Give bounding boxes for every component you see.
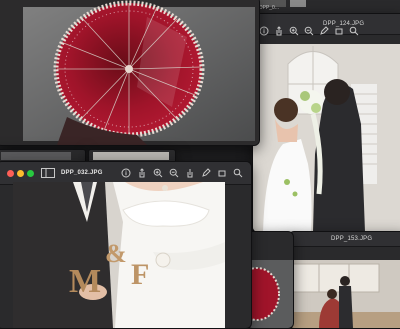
window-parasol-preview[interactable] (246, 231, 294, 329)
thumbnail[interactable] (1, 152, 71, 160)
rotate-icon[interactable] (334, 26, 344, 36)
window-title: DPP_153.JPG (331, 236, 373, 242)
zoom-in-icon[interactable] (153, 168, 163, 178)
photo-couple-bouquet (253, 44, 400, 232)
share-export-icon[interactable] (185, 168, 195, 178)
thumbnail-label: DPP_0... (259, 5, 280, 11)
window-dpp-032[interactable]: DPP_032.JPG M & F (0, 161, 252, 329)
share-icon[interactable] (274, 26, 284, 36)
thumbnail[interactable] (93, 152, 169, 160)
svg-text:F: F (131, 258, 149, 291)
search-icon[interactable] (233, 168, 243, 178)
window-title: DPP_032.JPG (61, 170, 103, 176)
zoom-out-icon[interactable] (304, 26, 314, 36)
svg-text:&: & (105, 239, 127, 268)
titlebar[interactable]: DPP_153.JPG (289, 232, 400, 247)
close-button[interactable] (7, 170, 14, 177)
zoom-out-icon[interactable] (169, 168, 179, 178)
zoom-button[interactable] (27, 170, 34, 177)
photo-couple-window (289, 260, 400, 328)
zoom-in-icon[interactable] (289, 26, 299, 36)
svg-text:M: M (69, 263, 101, 300)
photo-red-parasol (0, 0, 259, 145)
info-icon[interactable] (259, 26, 269, 36)
rotate-icon[interactable] (217, 168, 227, 178)
minimize-button[interactable] (17, 170, 24, 177)
window-dpp-153[interactable]: DPP_153.JPG (288, 231, 400, 329)
thumbnail[interactable] (290, 0, 306, 7)
markup-icon[interactable] (319, 26, 329, 36)
photo-couple-letters: M & F (13, 182, 225, 328)
markup-icon[interactable] (201, 168, 211, 178)
share-icon[interactable] (137, 168, 147, 178)
window-parasol[interactable] (0, 0, 260, 146)
sidebar-toggle-icon[interactable] (41, 168, 55, 180)
search-icon[interactable] (349, 26, 359, 36)
info-icon[interactable] (121, 168, 131, 178)
photo-parasol-thumb (247, 260, 293, 328)
window-dpp-124[interactable]: DPP_124.JPG (252, 13, 400, 233)
titlebar[interactable]: DPP_124.JPG (253, 14, 400, 36)
